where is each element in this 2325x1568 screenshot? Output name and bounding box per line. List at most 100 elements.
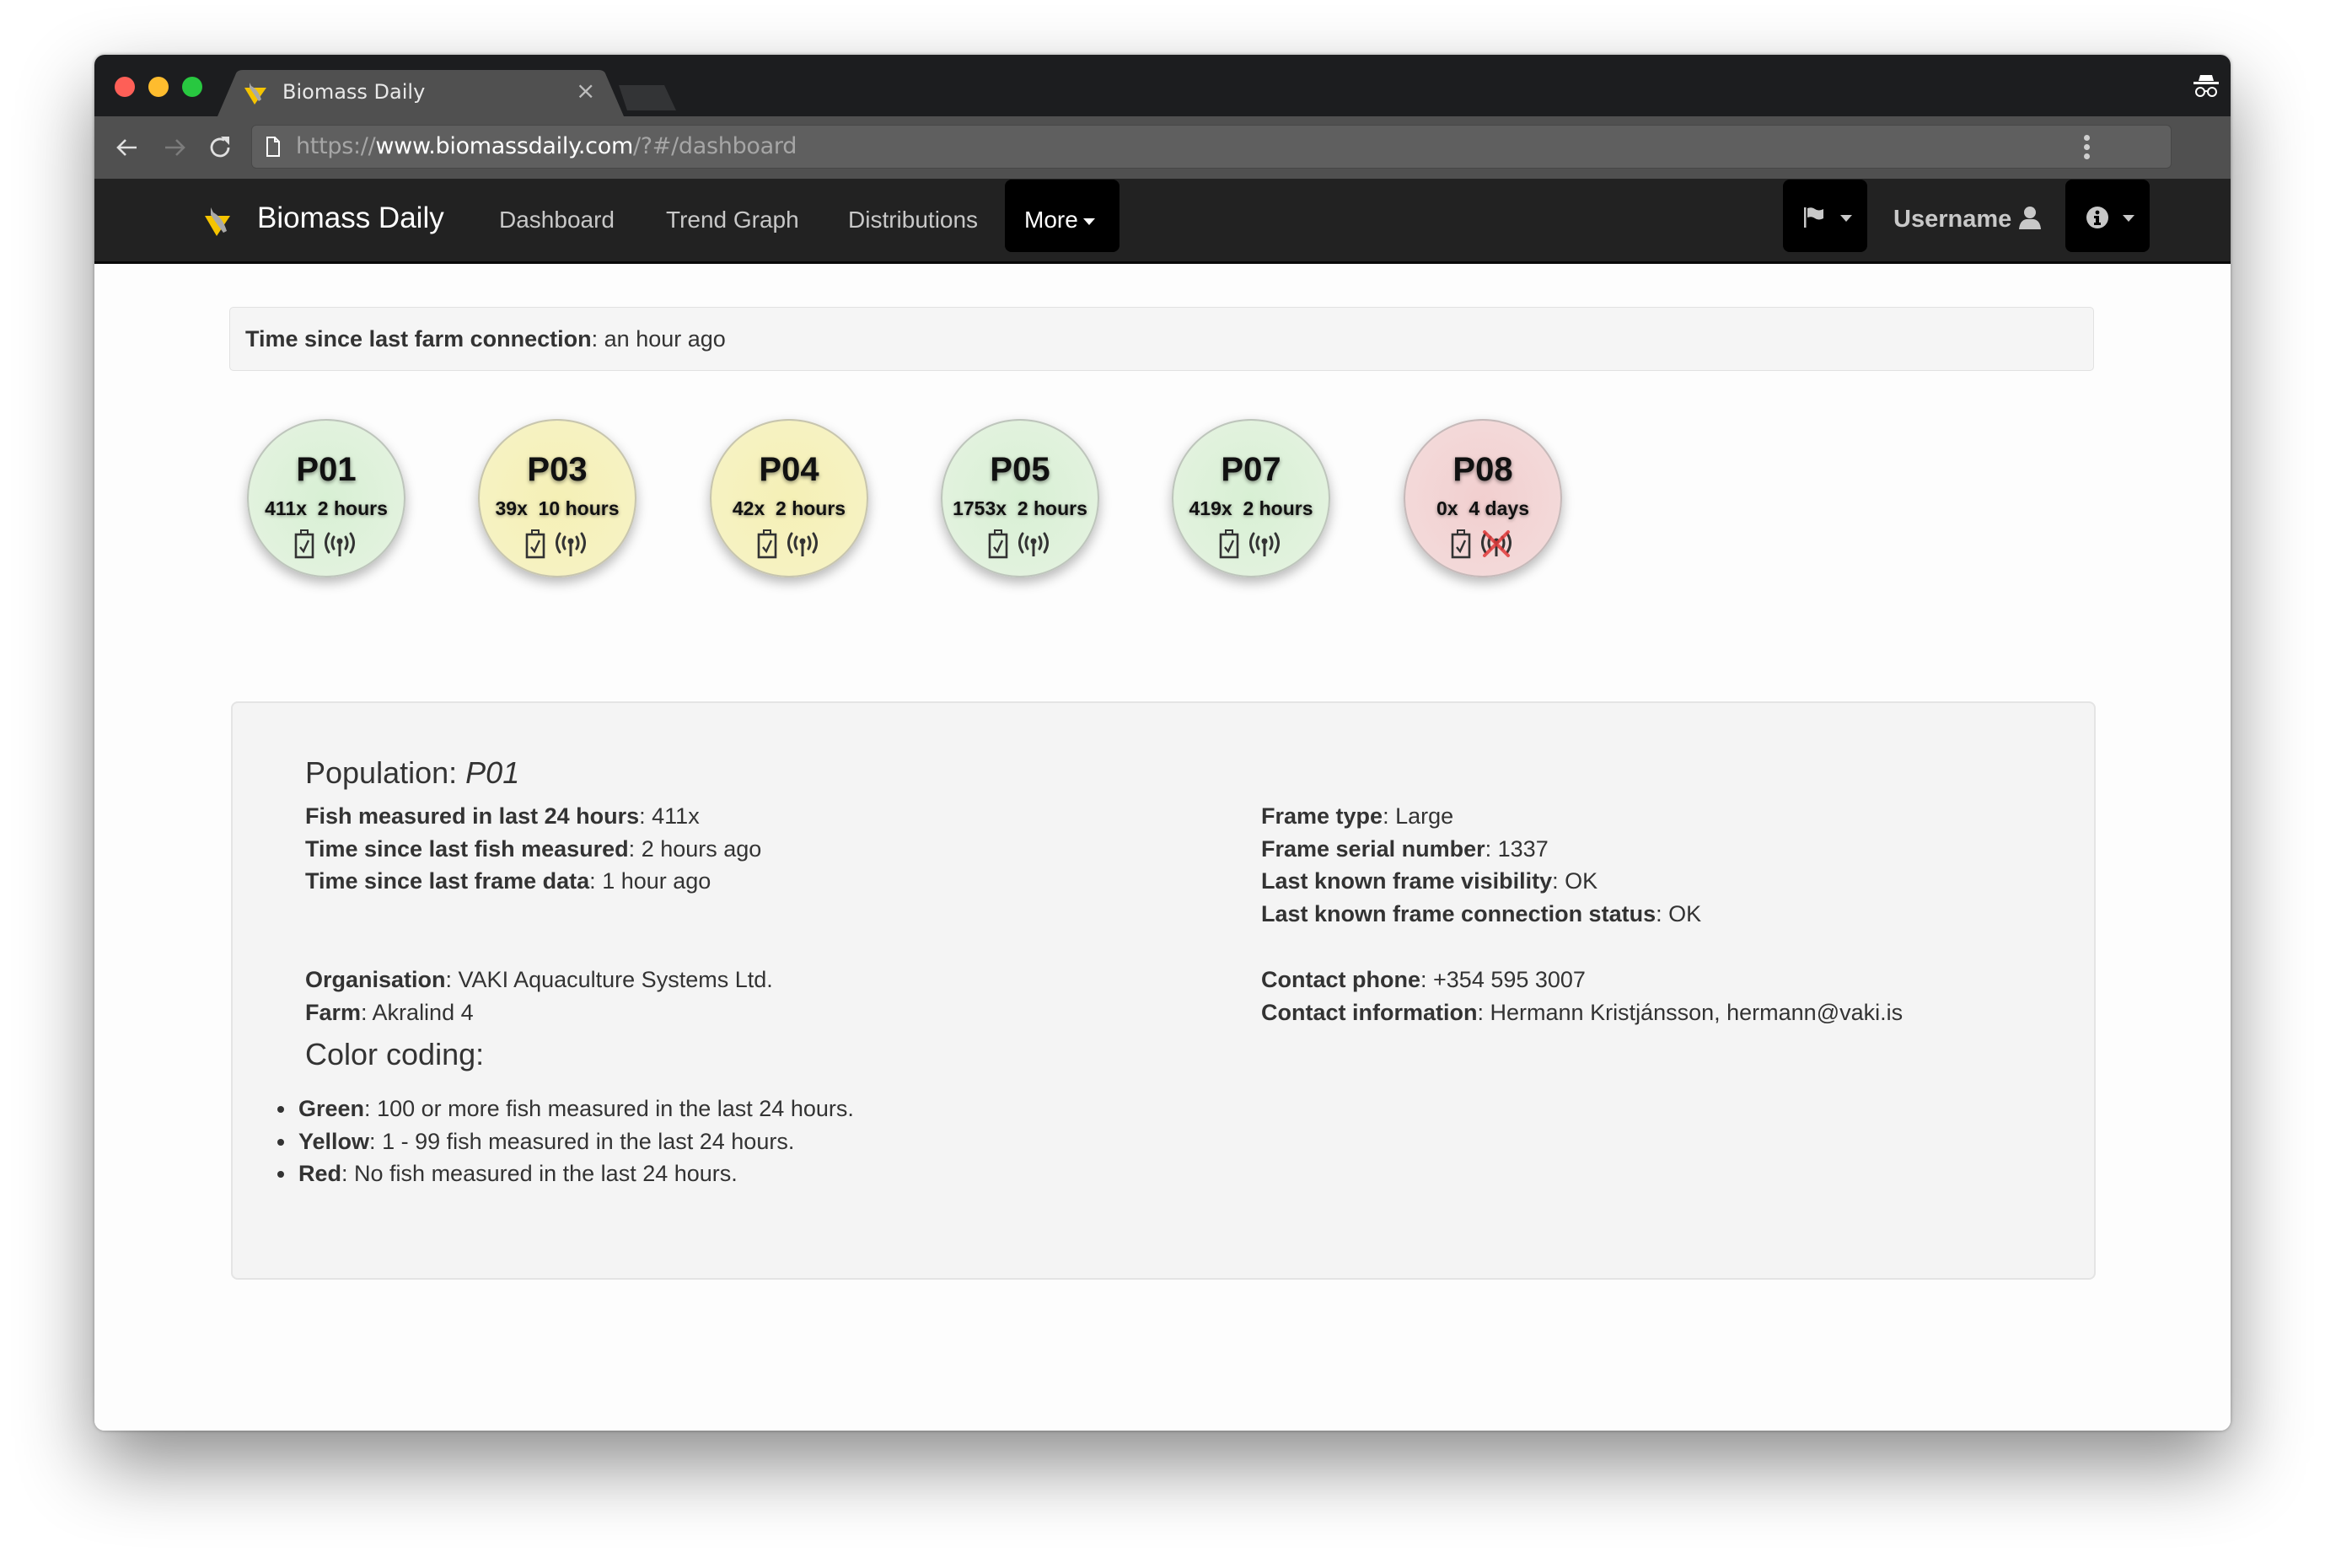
detail-row: Farm: Akralind 4 (305, 999, 474, 1025)
pen-stats: 42x 2 hours (710, 497, 868, 520)
new-tab-button[interactable] (619, 85, 678, 112)
pen-stats: 1753x 2 hours (941, 497, 1099, 520)
detail-value: 411x (652, 803, 700, 829)
organisation-info: Organisation: VAKI Aquaculture Systems L… (305, 964, 773, 1028)
pen-circle[interactable]: P04 42x 2 hours (710, 419, 868, 577)
farm-connection-status: Time since last farm connection: an hour… (229, 307, 2094, 371)
pen-time: 4 days (1469, 497, 1529, 519)
minimize-window-button[interactable] (148, 77, 169, 97)
detail-label: Farm (305, 999, 362, 1025)
language-dropdown[interactable] (1783, 180, 1867, 252)
pen-status-icons (247, 529, 405, 562)
detail-row: Last known frame connection status: OK (1261, 900, 1702, 926)
pen-count: 411x (265, 497, 308, 519)
tab-close-icon[interactable]: × (576, 77, 595, 105)
info-icon (2086, 207, 2108, 228)
more-dropdown[interactable]: More (1005, 180, 1120, 252)
close-window-button[interactable] (115, 77, 135, 97)
signal-icon (325, 532, 355, 556)
pen-name: P08 (1452, 451, 1513, 488)
pen-stats: 39x 10 hours (478, 497, 636, 520)
pen-count: 0x (1436, 497, 1458, 519)
caret-down-icon (1082, 217, 1095, 225)
address-bar[interactable]: https://www.biomassdaily.com/?#/dashboar… (251, 125, 2172, 169)
pen-name: P04 (759, 451, 819, 488)
clipboard-check-icon (757, 529, 777, 559)
pen-stats: 411x 2 hours (247, 497, 405, 520)
pen-name: P03 (527, 451, 588, 488)
detail-value: Large (1395, 803, 1454, 829)
browser-tab[interactable]: Biomass Daily × (217, 70, 624, 116)
flag-icon (1804, 207, 1823, 228)
back-arrow-icon[interactable] (113, 133, 142, 162)
maximize-window-button[interactable] (182, 77, 202, 97)
detail-label: Frame serial number (1261, 835, 1485, 862)
detail-label: Time since last frame data (305, 868, 590, 894)
pen-count: 39x (495, 497, 528, 519)
pen-time: 10 hours (538, 497, 620, 519)
biomass-logo-icon[interactable] (204, 206, 231, 238)
detail-label: Contact phone (1261, 967, 1420, 992)
pen-time: 2 hours (776, 497, 846, 519)
user-menu[interactable]: Username (1893, 206, 2042, 234)
url-host: www.biomassdaily.com (375, 133, 633, 159)
population-title: Population: P01 (305, 755, 520, 790)
population-details-panel: Population: P01 Fish measured in last 24… (231, 701, 2096, 1280)
color-coding-item: Red: No fish measured in the last 24 hou… (297, 1157, 854, 1190)
color-coding-item: Green: 100 or more fish measured in the … (297, 1093, 854, 1125)
title-bar: Biomass Daily × (94, 55, 2231, 116)
pen-circle[interactable]: P07 419x 2 hours (1172, 419, 1330, 577)
pen-status-icons (941, 529, 1099, 562)
detail-row: Time since last fish measured: 2 hours a… (305, 835, 762, 862)
fish-stats: Fish measured in last 24 hours: 411x Time… (305, 800, 761, 898)
tab-title: Biomass Daily (282, 80, 426, 104)
url-path: /?#/dashboard (632, 133, 797, 159)
color-label: Red (298, 1161, 342, 1186)
browser-menu-icon[interactable] (2081, 135, 2091, 162)
pen-count: 1753x (953, 497, 1007, 519)
detail-row: Fish measured in last 24 hours: 411x (305, 803, 700, 829)
detail-row: Frame type: Large (1261, 803, 1454, 829)
info-dropdown[interactable] (2065, 180, 2150, 252)
detail-value: 1 hour ago (602, 868, 711, 894)
pen-name: P01 (296, 451, 357, 488)
signal-icon (1249, 532, 1280, 556)
detail-row: Organisation: VAKI Aquaculture Systems L… (305, 967, 773, 992)
nav-dashboard[interactable]: Dashboard (499, 207, 615, 234)
navbar: Biomass Daily Dashboard Trend Graph Dist… (94, 179, 2231, 264)
pen-time: 2 hours (1017, 497, 1087, 519)
color-coding-list: Green: 100 or more fish measured in the … (233, 1093, 854, 1190)
username-label: Username (1893, 206, 2012, 233)
population-name: P01 (465, 755, 520, 790)
pen-status-icons (1404, 529, 1562, 562)
detail-row: Last known frame visibility: OK (1261, 868, 1598, 894)
detail-value: Hermann Kristjánsson, hermann@vaki.is (1490, 999, 1903, 1025)
nav-trend-graph[interactable]: Trend Graph (666, 207, 799, 234)
pen-circle[interactable]: P01 411x 2 hours (247, 419, 405, 577)
pen-circle[interactable]: P08 0x 4 days (1404, 419, 1562, 577)
pen-circle[interactable]: P03 39x 10 hours (478, 419, 636, 577)
more-label: More (1024, 207, 1078, 233)
brand-link[interactable]: Biomass Daily (257, 201, 444, 235)
color-description: 1 - 99 fish measured in the last 24 hour… (382, 1128, 795, 1154)
user-icon (2019, 207, 2042, 229)
clipboard-check-icon (1451, 529, 1471, 559)
detail-value: 2 hours ago (641, 835, 762, 862)
detail-label: Frame type (1261, 803, 1383, 829)
detail-value: VAKI Aquaculture Systems Ltd. (458, 967, 773, 992)
forward-arrow-icon[interactable] (160, 133, 189, 162)
detail-row: Contact phone: +354 595 3007 (1261, 967, 1586, 992)
detail-value: +354 595 3007 (1433, 967, 1586, 992)
pen-status-icons (710, 529, 868, 562)
signal-icon (1018, 532, 1049, 556)
color-description: No fish measured in the last 24 hours. (354, 1161, 738, 1186)
detail-value: 1337 (1497, 835, 1549, 862)
nav-distributions[interactable]: Distributions (848, 207, 978, 234)
detail-label: Time since last fish measured (305, 835, 629, 862)
pen-circle[interactable]: P05 1753x 2 hours (941, 419, 1099, 577)
frame-info: Frame type: Large Frame serial number: 13… (1261, 800, 1701, 930)
reload-icon[interactable] (206, 133, 234, 162)
color-coding-title: Color coding: (305, 1037, 485, 1071)
color-label: Green (298, 1096, 365, 1121)
color-description: 100 or more fish measured in the last 24… (377, 1096, 854, 1121)
